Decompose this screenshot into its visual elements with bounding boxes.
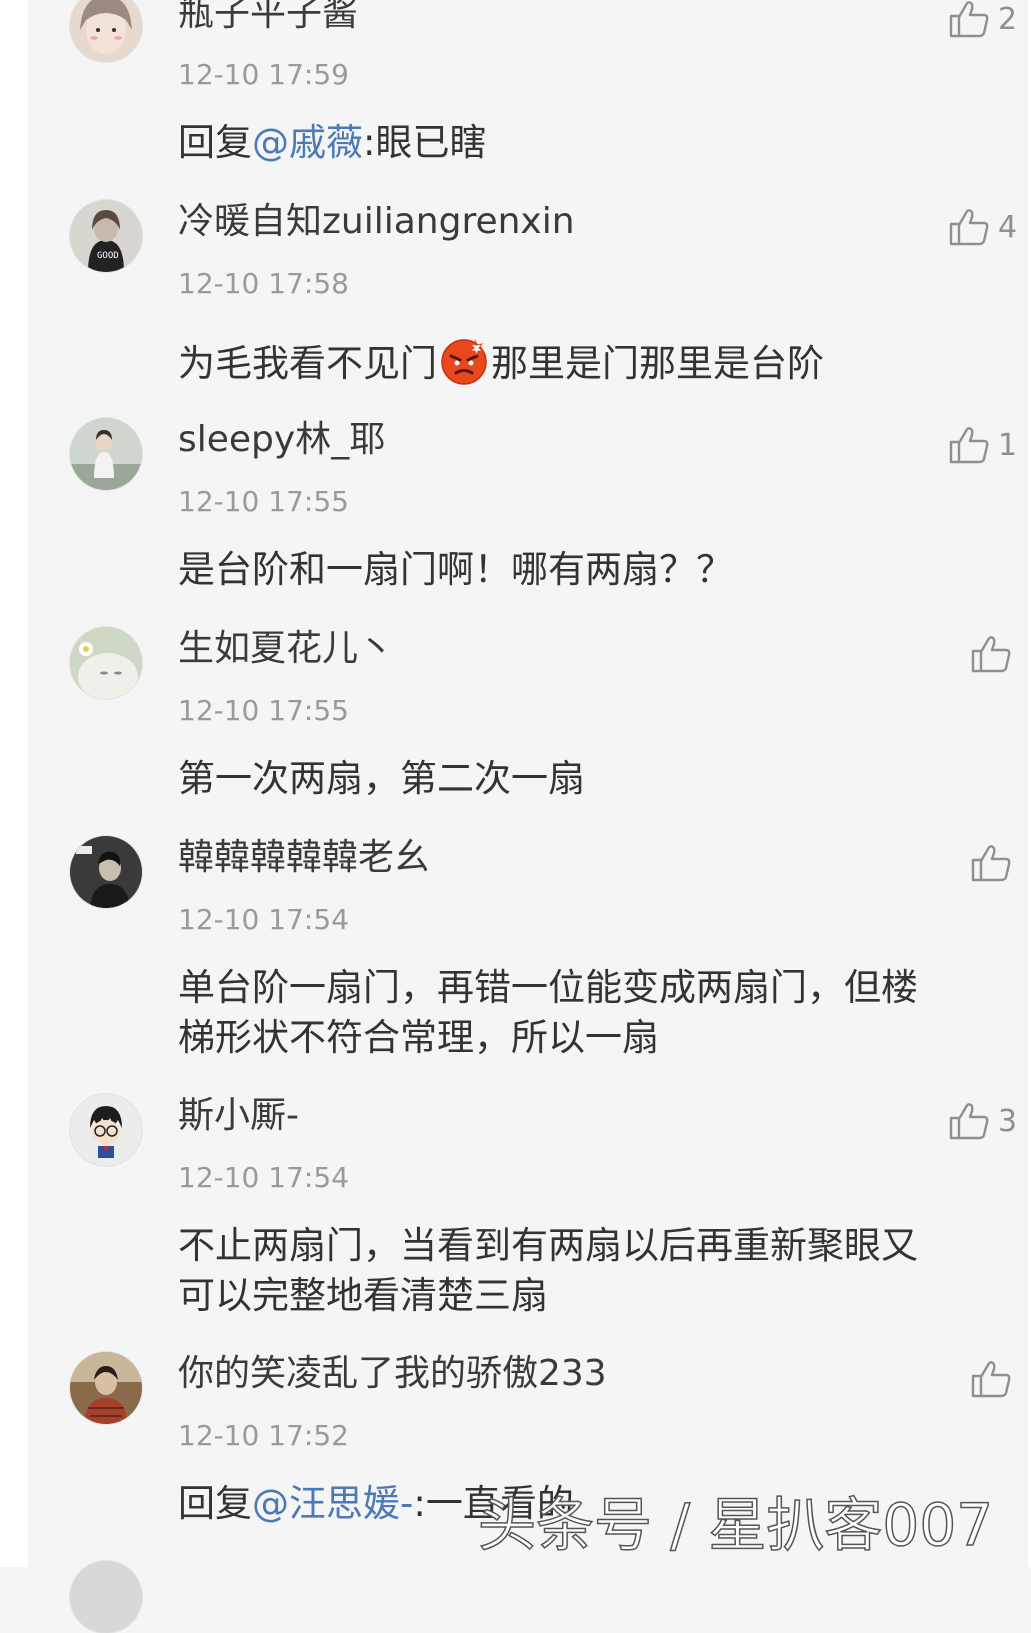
watermark-text: 头条号 / 星扒客007 — [477, 1490, 994, 1560]
comment-author[interactable]: 你的笑凌乱了我的骄傲233 — [178, 1352, 607, 1396]
comment-text: 是台阶和一扇门啊！哪有两扇？？ — [178, 548, 733, 591]
comment-text-line: 不止两扇门，当看到有两扇以后再重新聚眼又 — [178, 1224, 918, 1267]
like-count: 1 — [998, 427, 1018, 463]
avatar[interactable] — [70, 1094, 142, 1166]
comment-author[interactable]: 冷暖自知zuiliangrenxin — [178, 200, 575, 244]
comment-text-line: 梯形状不符合常理，所以一扇 — [178, 1016, 659, 1059]
like-button[interactable]: 4 — [948, 208, 1017, 246]
like-count: 4 — [998, 209, 1018, 245]
mention-link[interactable]: @汪思媛- — [252, 1482, 413, 1525]
thumbs-up-icon — [971, 636, 1011, 673]
thumbs-up-icon — [971, 1361, 1011, 1398]
comment-text-line: 单台阶一扇门，再错一位能变成两扇门，但楼 — [178, 966, 918, 1009]
avatar[interactable]: GOOD — [70, 200, 142, 272]
avatar[interactable] — [70, 1561, 142, 1633]
avatar[interactable] — [70, 418, 142, 490]
comment-list: 瓶子平子酱 2 12-10 17:59 回复@戚薇:眼已瞎 GOOD 冷暖自知z… — [28, 0, 1028, 1633]
comment-author[interactable]: 瓶子平子酱 — [178, 0, 358, 36]
comment-time: 12-10 17:54 — [178, 1161, 349, 1194]
avatar[interactable] — [70, 0, 142, 62]
thumbs-up-icon — [949, 427, 989, 464]
svg-text:GOOD: GOOD — [97, 251, 119, 261]
comment-text: 单台阶一扇门，再错一位能变成两扇门，但楼 梯形状不符合常理，所以一扇 — [178, 963, 1026, 1063]
comment-author[interactable]: 韓韓韓韓韓老幺 — [178, 836, 430, 880]
thumbs-up-icon — [949, 1103, 989, 1140]
comment-text-line: 可以完整地看清楚三扇 — [178, 1274, 548, 1317]
avatar[interactable] — [70, 1352, 142, 1424]
thumbs-up-icon — [971, 845, 1011, 882]
reply-prefix: 回复 — [178, 1482, 252, 1525]
comment-author[interactable]: 生如夏花儿丶 — [178, 627, 394, 671]
mention-link[interactable]: @戚薇 — [252, 121, 363, 164]
like-button[interactable]: 2 — [948, 0, 1017, 38]
like-button[interactable] — [970, 844, 1020, 882]
angry-face-emoji — [441, 339, 487, 385]
like-count: 2 — [998, 1, 1018, 37]
comment-text-part: 为毛我看不见门 — [178, 342, 437, 385]
reply-text: :眼已瞎 — [363, 121, 487, 164]
like-button[interactable]: 1 — [948, 426, 1017, 464]
reply-prefix: 回复 — [178, 121, 252, 164]
avatar[interactable] — [70, 836, 142, 908]
like-count: 3 — [998, 1103, 1018, 1139]
thumbs-up-icon — [949, 209, 989, 246]
comment-time: 12-10 17:55 — [178, 485, 349, 518]
comment-text: 回复@戚薇:眼已瞎 — [178, 118, 1026, 168]
comment-author[interactable]: 斯小厮- — [178, 1094, 299, 1138]
comment-text: 不止两扇门，当看到有两扇以后再重新聚眼又 可以完整地看清楚三扇 — [178, 1221, 1026, 1321]
comment-text: 第一次两扇，第二次一扇 — [178, 757, 585, 800]
like-button[interactable]: 3 — [948, 1102, 1017, 1140]
avatar[interactable] — [70, 627, 142, 699]
left-margin — [0, 0, 28, 1567]
comment-time: 12-10 17:55 — [178, 694, 349, 727]
comment-text-part: 那里是门那里是台阶 — [491, 342, 824, 385]
comment-time: 12-10 17:58 — [178, 267, 349, 300]
comment-time: 12-10 17:54 — [178, 903, 349, 936]
comment-time: 12-10 17:52 — [178, 1419, 349, 1452]
thumbs-up-icon — [949, 1, 989, 38]
comment-time: 12-10 17:59 — [178, 58, 349, 91]
comment-text: 为毛我看不见门 那里是门那里是台阶 — [178, 336, 1026, 389]
comment-author[interactable]: sleepy林_耶 — [178, 418, 385, 462]
like-button[interactable] — [970, 1360, 1020, 1398]
like-button[interactable] — [970, 635, 1020, 673]
